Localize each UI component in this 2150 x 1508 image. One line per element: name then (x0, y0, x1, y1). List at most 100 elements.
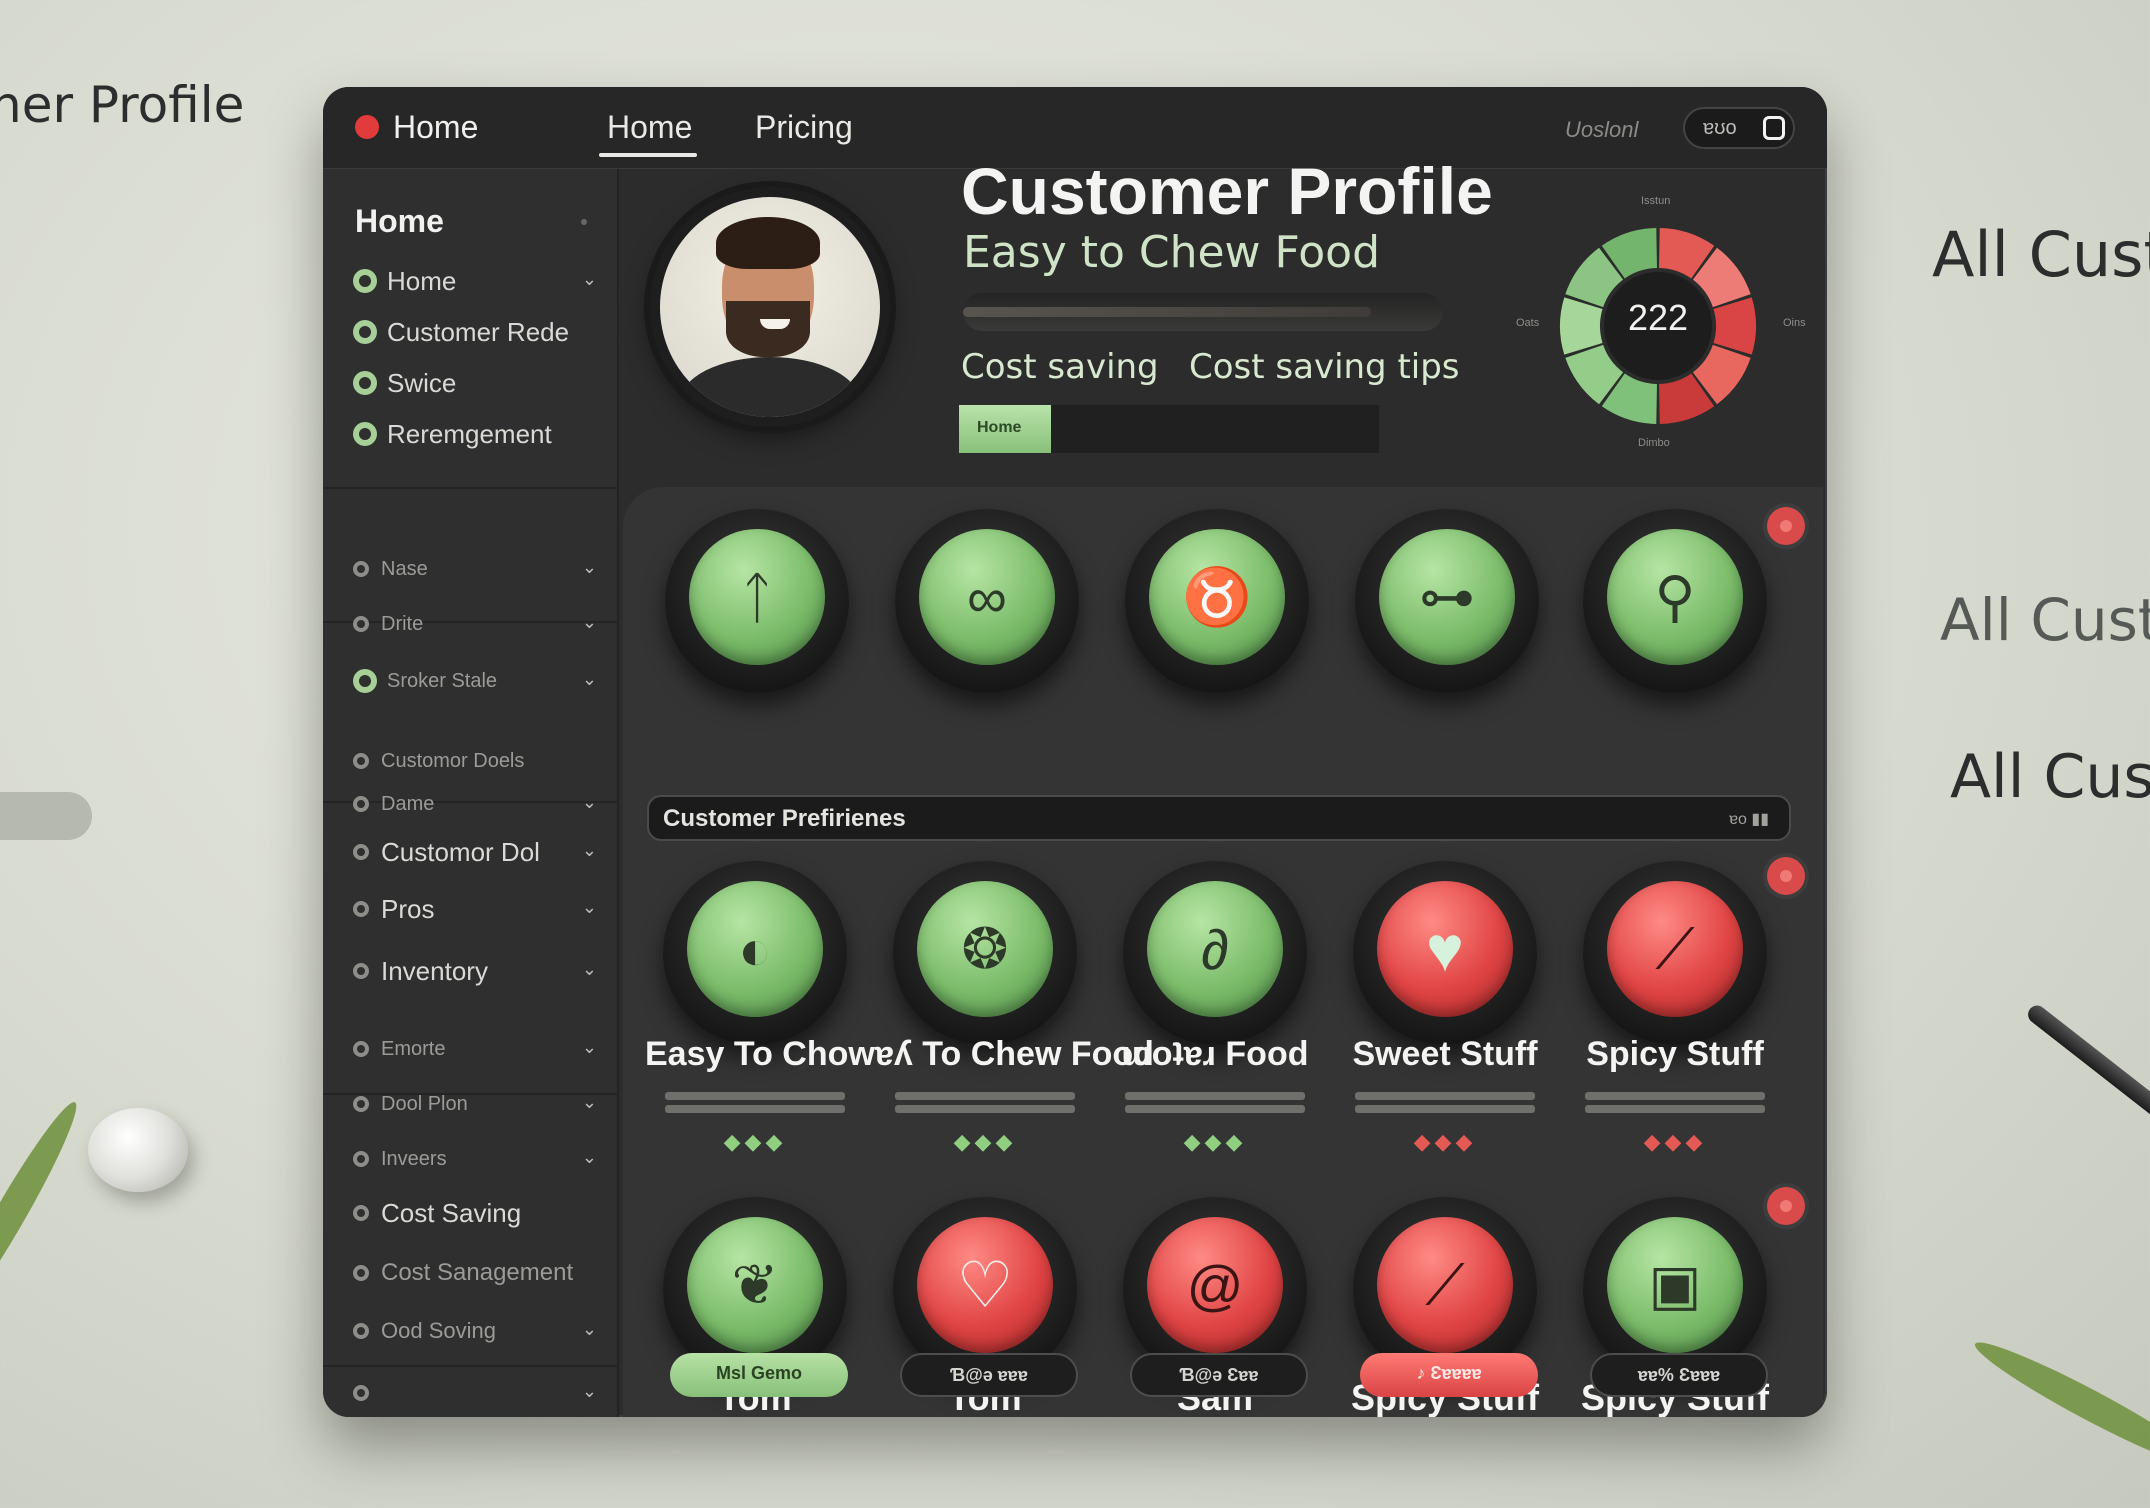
preferences-controls[interactable]: ɐo ▮▮ (1729, 809, 1769, 829)
user-label[interactable]: Uoslonl (1565, 117, 1638, 143)
notification-dot-icon[interactable] (1767, 1187, 1805, 1225)
chevron-down-icon[interactable]: ⌄ (582, 1092, 597, 1113)
sidebar-item-home[interactable]: Home ⌄ (353, 261, 609, 301)
page-title: Customer Profile (961, 154, 1493, 228)
sidebar-item-cost-sanagement[interactable]: Cost Sanagement (353, 1253, 609, 1293)
preferences-panel: ᛏ ∞ ♉ ⊶ ⚲ Customer Prefirienes ɐo ▮▮ ◐ ❂… (623, 487, 1823, 1417)
sidebar-item-ood-soving[interactable]: Ood Soving ⌄ (353, 1311, 609, 1351)
circle-icon (353, 269, 377, 293)
rating-gems: ◆◆◆ (953, 1129, 1017, 1154)
chevron-down-icon[interactable]: ⌄ (582, 557, 597, 578)
chevron-down-icon[interactable]: ⌄ (582, 897, 597, 918)
customer-action-pill[interactable]: ɐɐ% Ɛɐɐɐ (1590, 1353, 1768, 1397)
chevron-down-icon[interactable]: ⌄ (582, 959, 597, 980)
sidebar-item-drite[interactable]: Drite ⌄ (353, 604, 609, 644)
sidebar-item-reremgement[interactable]: Reremgement (353, 414, 609, 454)
circle-icon (353, 422, 377, 446)
background-pen (2024, 1001, 2150, 1152)
preferences-title: Customer Prefirienes (663, 805, 906, 832)
chevron-down-icon[interactable]: ⌄ (582, 1037, 597, 1058)
card-title: ɯoʇɐɹ Food (1121, 1035, 1309, 1073)
customer-action-pill[interactable]: Ɓ@ə ɐɐɐ (900, 1353, 1078, 1397)
button-face: ❂ (917, 881, 1053, 1017)
bean-icon: ∂ (1201, 917, 1229, 981)
preference-card-button[interactable]: ◐ (663, 861, 847, 1045)
top-icon-button-3[interactable]: ♉ (1125, 509, 1309, 693)
circle-icon (353, 901, 369, 917)
brand-home-link[interactable]: Home (393, 109, 478, 146)
chevron-down-icon[interactable]: ⌄ (582, 1381, 597, 1402)
card-title: Sweet Stuff (1352, 1035, 1538, 1073)
button-face: ⊶ (1379, 529, 1515, 665)
top-icon-button-4[interactable]: ⊶ (1355, 509, 1539, 693)
sidebar-item-label: Customor Doels (381, 749, 525, 772)
sidebar-item-footer[interactable]: ⌄ (353, 1373, 609, 1413)
heart-icon: ♥ (1426, 913, 1464, 985)
button-face: ♉ (1149, 529, 1285, 665)
chevron-down-icon[interactable]: ⌄ (582, 669, 597, 690)
customer-avatar[interactable] (650, 187, 890, 427)
preference-card-button[interactable]: ♥ (1353, 861, 1537, 1045)
cost-saving-link[interactable]: Cost saving (961, 347, 1159, 387)
top-icon-button-1[interactable]: ᛏ (665, 509, 849, 693)
theme-toggle[interactable]: ɐʊo (1683, 107, 1795, 149)
sidebar-item-inveers[interactable]: Inveers ⌄ (353, 1139, 609, 1179)
leaf-icon: ❦ (731, 1253, 779, 1316)
rating-gems: ◆◆◆ (1183, 1129, 1247, 1154)
chevron-down-icon[interactable]: ⌄ (582, 792, 597, 813)
nav-tab-pricing[interactable]: Pricing (755, 109, 853, 146)
avatar-shirt (680, 357, 860, 417)
sidebar-item-label: Emorte (381, 1037, 446, 1060)
sidebar-item-cost-saving[interactable]: Cost Saving (353, 1193, 609, 1233)
button-face: @ (1147, 1217, 1283, 1353)
preferences-header: Customer Prefirienes ɐo ▮▮ (647, 795, 1791, 841)
circle-icon (353, 616, 369, 632)
customer-action-pill[interactable]: Msl Gemo (670, 1353, 848, 1397)
sidebar-item-emorte[interactable]: Emorte ⌄ (353, 1029, 609, 1069)
toggle-label: ɐʊo (1703, 117, 1737, 139)
chevron-down-icon[interactable]: ⌄ (582, 1147, 597, 1168)
nav-tab-home[interactable]: Home (607, 109, 692, 146)
notification-dot-icon[interactable] (1767, 507, 1805, 545)
button-face: ∞ (919, 529, 1055, 665)
chevron-down-icon[interactable]: ⌄ (582, 269, 597, 290)
top-icon-button-5[interactable]: ⚲ (1583, 509, 1767, 693)
preference-card-button[interactable]: ❂ (893, 861, 1077, 1045)
cost-saving-tips-link[interactable]: Cost saving tips (1189, 347, 1460, 387)
brand-dot-icon (355, 115, 379, 139)
sidebar-item-home[interactable] (353, 169, 609, 209)
button-face: ❦ (687, 1217, 823, 1353)
sidebar-item-inventory[interactable]: Inventory ⌄ (353, 951, 609, 991)
sidebar-item-customor-doels[interactable]: Customor Doels (353, 741, 609, 781)
customer-action-pill[interactable]: Ɓ@ə Ɛɐɐ (1130, 1353, 1308, 1397)
sidebar-item-sroker-stale[interactable]: Sroker Stale ⌄ (353, 661, 609, 701)
background-pill (0, 792, 92, 840)
preference-card-button[interactable]: ∂ (1123, 861, 1307, 1045)
sidebar-item-label: Ood Soving (381, 1318, 496, 1343)
top-icon-button-2[interactable]: ∞ (895, 509, 1079, 693)
avatar-photo (660, 197, 880, 417)
sidebar-item-swice[interactable]: Swice (353, 363, 609, 403)
sidebar-item-customer-rede[interactable]: Customer Rede (353, 312, 609, 352)
customer-action-pill[interactable]: ♪ Ɛɐɐɐɐ (1360, 1353, 1538, 1397)
avatar-hair (716, 217, 820, 269)
sidebar-divider (323, 1365, 619, 1367)
sidebar-item-customor-dol[interactable]: Customor Dol ⌄ (353, 832, 609, 872)
circle-icon (353, 1096, 369, 1112)
chevron-down-icon[interactable]: ⌄ (582, 840, 597, 861)
sidebar-item-label: Dame (381, 792, 435, 815)
sidebar-item-dame[interactable]: Dame ⌄ (353, 784, 609, 824)
background-heading-2: All Custo (1940, 586, 2150, 654)
sidebar-item-dool-plon[interactable]: Dool Plon ⌄ (353, 1084, 609, 1124)
gauge-value: 222 (1627, 297, 1689, 338)
notification-dot-icon[interactable] (1767, 857, 1805, 895)
sidebar-item-pros[interactable]: Pros ⌄ (353, 889, 609, 929)
fork-icon: ᛏ (740, 565, 774, 629)
sidebar-item-label: Pros (381, 893, 435, 924)
sidebar-item-nase[interactable]: Nase ⌄ (353, 549, 609, 589)
preference-card-button[interactable]: ⟋ (1583, 861, 1767, 1045)
chevron-down-icon[interactable]: ⌄ (582, 1319, 597, 1340)
button-face: ♥ (1377, 881, 1513, 1017)
chevron-down-icon[interactable]: ⌄ (582, 612, 597, 633)
sidebar-item-label: Nase (381, 557, 428, 580)
